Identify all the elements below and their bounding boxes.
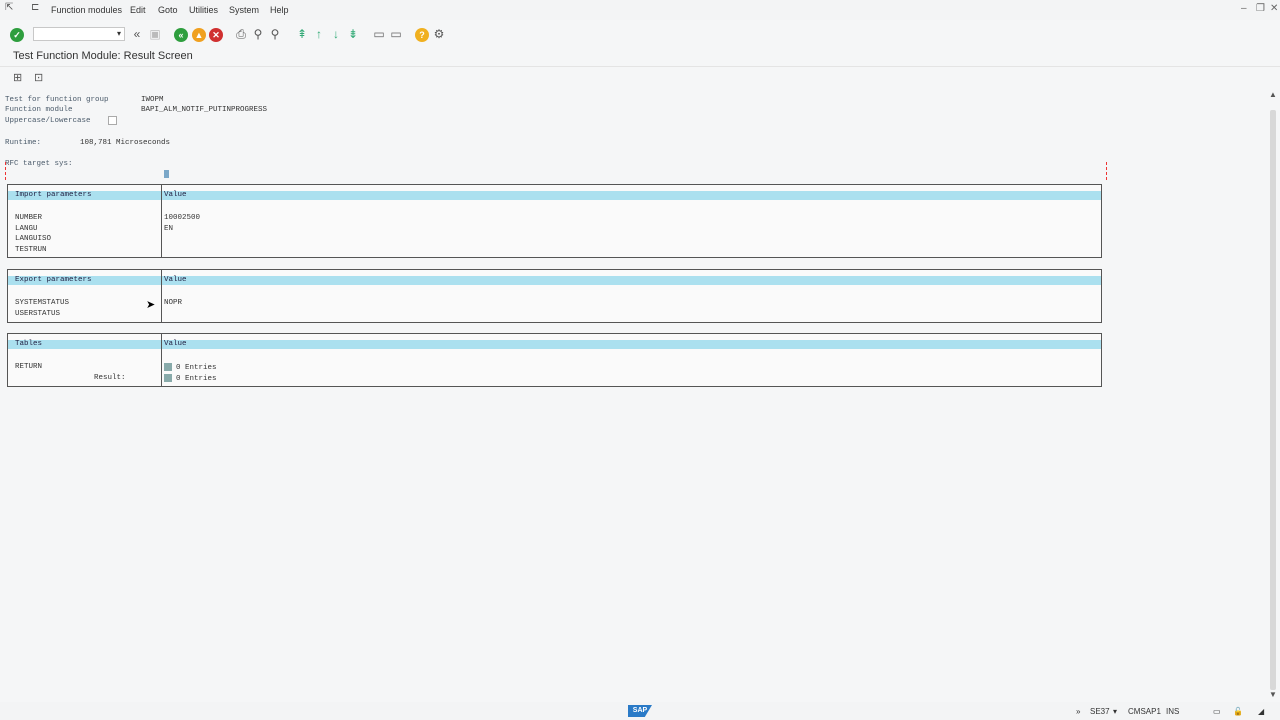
runtime-label: Runtime: <box>5 139 42 147</box>
menu-edit[interactable]: Edit <box>130 5 146 15</box>
function-module-label: Function module <box>5 106 73 114</box>
table-param-name[interactable]: RETURN <box>15 363 42 371</box>
print-icon[interactable]: ⎙ <box>234 27 248 41</box>
tables-header-param: Tables <box>15 340 43 348</box>
tables-header: Tables Value <box>8 340 1101 349</box>
menu-bar: ⇱ ⊏ Function modules Edit Goto Utilities… <box>0 0 1280 20</box>
scroll-up-icon[interactable]: ▲ <box>1268 90 1278 99</box>
help-icon[interactable]: ? <box>415 28 429 42</box>
import-header: Import parameters Value <box>8 191 1101 200</box>
table-entries[interactable]: 0 Entries <box>164 374 217 383</box>
export-param-name[interactable]: USERSTATUS <box>15 310 60 318</box>
export-param-name[interactable]: SYSTEMSTATUS <box>15 299 69 307</box>
import-param-value: EN <box>164 225 174 233</box>
status-bar: SAP » SE37 ▾ CMSAP1 INS ▭ 🔓 ◢ <box>0 702 1280 720</box>
import-parameters-table: Import parameters Value NUMBER 10002500 … <box>7 184 1102 258</box>
case-label: Uppercase/Lowercase <box>5 117 91 125</box>
first-page-icon[interactable]: ⇞ <box>295 27 309 41</box>
table-icon <box>164 363 172 371</box>
enter-icon[interactable]: ✓ <box>10 28 24 42</box>
function-module-value: BAPI_ALM_NOTIF_PUTINPROGRESS <box>141 106 268 114</box>
rfc-field-frame <box>5 162 1107 180</box>
tables-table: Tables Value RETURN 0 Entries Result: 0 … <box>7 333 1102 387</box>
shortcut-icon[interactable]: ▭ <box>389 27 403 41</box>
exit-icon[interactable]: ⇱ <box>5 3 15 13</box>
rfc-input-marker[interactable] <box>164 170 169 178</box>
column-divider <box>161 185 162 257</box>
import-param-name[interactable]: LANGU <box>15 225 38 233</box>
layout-icon[interactable]: ▭ <box>1213 707 1221 716</box>
import-param-name[interactable]: NUMBER <box>15 214 42 222</box>
title-divider <box>0 66 1280 67</box>
menu-icon[interactable]: ⊏ <box>31 3 41 13</box>
function-group-label: Test for function group <box>5 96 109 104</box>
menu-goto[interactable]: Goto <box>158 5 178 15</box>
menu-system[interactable]: System <box>229 5 259 15</box>
export-param-value: NOPR <box>164 299 183 307</box>
command-field[interactable]: ▾ <box>33 27 125 41</box>
close-window-icon[interactable]: ✕ <box>1270 3 1278 14</box>
import-param-value: 10002500 <box>164 214 201 222</box>
scrollbar-thumb[interactable] <box>1270 110 1276 690</box>
case-checkbox[interactable] <box>108 116 117 125</box>
export-parameters-table: Export parameters Value SYSTEMSTATUS NOP… <box>7 269 1102 323</box>
previous-page-icon[interactable]: ↑ <box>312 27 326 41</box>
new-session-icon[interactable]: ▭ <box>372 27 386 41</box>
column-divider <box>161 334 162 386</box>
result-label: Result: <box>94 374 126 382</box>
menu-function-modules[interactable]: Function modules <box>51 5 122 15</box>
function-group-value: IWOPM <box>141 96 164 104</box>
debug-icon[interactable]: ⊡ <box>34 71 43 84</box>
expand-status-icon[interactable]: » <box>1076 707 1080 716</box>
insert-mode[interactable]: INS <box>1166 707 1179 716</box>
tables-header-value: Value <box>164 340 187 348</box>
save-icon: ▣ <box>149 27 161 41</box>
export-header: Export parameters Value <box>8 276 1101 285</box>
scroll-down-icon[interactable]: ▼ <box>1268 690 1278 699</box>
entries-count: 0 Entries <box>176 363 217 372</box>
chevron-down-icon: ▾ <box>116 29 121 38</box>
transaction-code[interactable]: SE37 <box>1090 707 1110 716</box>
sap-logo: SAP <box>628 705 652 717</box>
chevron-down-icon[interactable]: ▾ <box>1113 707 1117 716</box>
menu-utilities[interactable]: Utilities <box>189 5 218 15</box>
export-header-value: Value <box>164 276 187 284</box>
resize-grip-icon[interactable]: ◢ <box>1258 707 1264 716</box>
find-next-icon[interactable]: ⚲ <box>268 27 282 41</box>
system-id: CMSAP1 <box>1128 707 1161 716</box>
import-param-name[interactable]: LANGUISO <box>15 235 51 243</box>
table-entries[interactable]: 0 Entries <box>164 363 217 372</box>
back-icon[interactable]: « <box>174 28 188 42</box>
entries-count: 0 Entries <box>176 374 217 383</box>
last-page-icon[interactable]: ⇟ <box>346 27 360 41</box>
settings-gear-icon[interactable]: ⚙ <box>432 27 446 41</box>
exit-app-icon[interactable]: ▲ <box>192 28 206 42</box>
page-title: Test Function Module: Result Screen <box>13 50 193 62</box>
minimize-icon[interactable]: – <box>1241 3 1247 14</box>
table-icon <box>164 374 172 382</box>
find-icon[interactable]: ⚲ <box>251 27 265 41</box>
back-history-icon[interactable]: « <box>130 27 144 41</box>
import-header-param: Import parameters <box>15 191 92 199</box>
export-header-param: Export parameters <box>15 276 92 284</box>
import-param-name[interactable]: TESTRUN <box>15 246 47 254</box>
column-divider <box>161 270 162 322</box>
next-page-icon[interactable]: ↓ <box>329 27 343 41</box>
menu-help[interactable]: Help <box>270 5 289 15</box>
cancel-icon[interactable]: ✕ <box>209 28 223 42</box>
restore-icon[interactable]: ❐ <box>1256 3 1265 14</box>
mouse-cursor-icon: ➤ <box>146 299 156 311</box>
runtime-value: 108,781 Microseconds <box>80 139 171 147</box>
lock-icon: 🔓 <box>1233 707 1243 716</box>
import-header-value: Value <box>164 191 187 199</box>
vertical-scrollbar[interactable]: ▲ ▼ <box>1268 90 1278 700</box>
zoom-icon[interactable]: ⊞ <box>13 71 22 84</box>
